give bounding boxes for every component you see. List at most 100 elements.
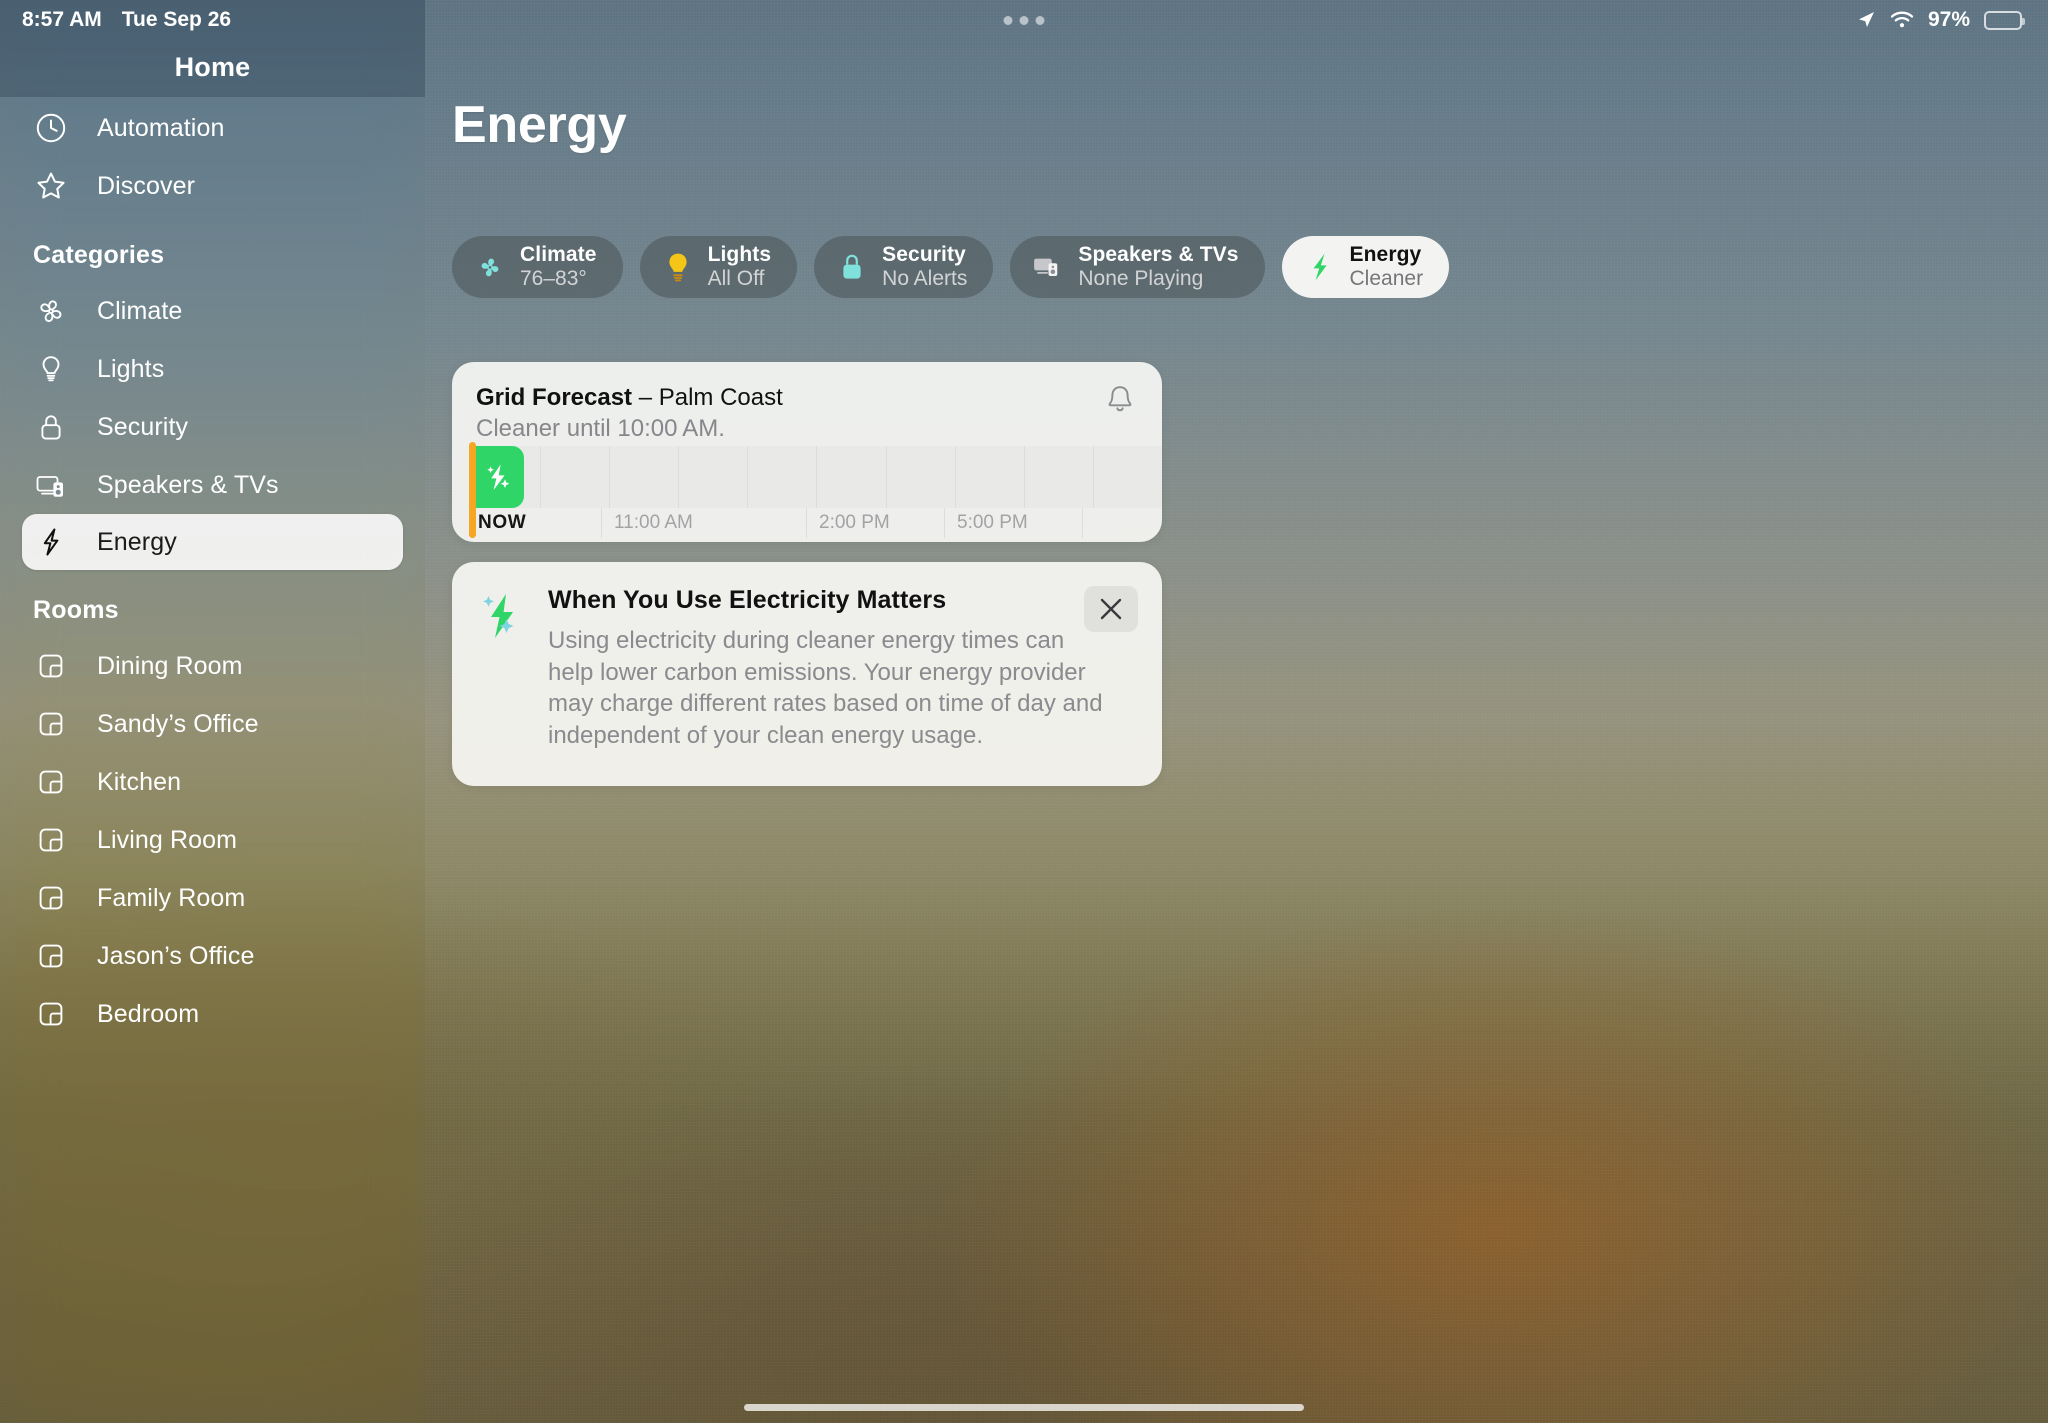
sidebar-item-label: Climate: [97, 296, 183, 325]
home-indicator[interactable]: [744, 1404, 1304, 1411]
sparkle-bolt-icon: [478, 586, 526, 752]
timeline-tick: [1082, 508, 1083, 538]
timeline-cell: [1094, 446, 1162, 508]
status-pill-lights[interactable]: Lights All Off: [639, 236, 798, 298]
handle-dot: [1003, 15, 1013, 25]
bolt-icon: [1304, 251, 1336, 283]
pill-title: Lights: [707, 243, 772, 267]
sidebar-home-title: Home: [174, 52, 251, 82]
pill-subtitle: All Off: [707, 267, 765, 290]
timeline-cell: [748, 446, 818, 508]
room-icon: [33, 938, 69, 974]
timeline-cell: [1025, 446, 1094, 508]
battery-percent-label: 97%: [1927, 8, 1970, 31]
pill-subtitle: Cleaner: [1349, 267, 1424, 290]
timeline-cell: [956, 446, 1025, 508]
sidebar-item-discover[interactable]: Discover: [0, 157, 425, 215]
timeline-tick: [806, 508, 807, 538]
sidebar-item-energy[interactable]: Energy: [22, 514, 403, 570]
pill-title: Security: [882, 243, 966, 267]
sidebar-item-label: Kitchen: [97, 767, 182, 796]
timeline-tick: [601, 508, 602, 538]
grid-forecast-timeline[interactable]: NOW 11:00 AM 2:00 PM 5:00 PM: [452, 442, 1162, 542]
pill-title: Climate: [520, 243, 597, 267]
clock-icon: [33, 110, 69, 146]
status-bar-time: 8:57 AM: [22, 8, 102, 31]
status-pill-row: Climate 76–83° Lights All Off Security N…: [452, 236, 1450, 298]
sidebar-item-label: Family Room: [97, 883, 246, 912]
close-button[interactable]: [1084, 586, 1138, 632]
timeline-label: 5:00 PM: [957, 512, 1028, 533]
cleaner-energy-block: [472, 446, 524, 508]
status-pill-speakers-and-tvs[interactable]: Speakers & TVs None Playing: [1010, 236, 1265, 298]
lightbulb-icon: [662, 251, 694, 283]
status-bar: 8:57 AM Tue Sep 26 97%: [0, 0, 2048, 40]
sidebar-item-speakers-and-tvs[interactable]: Speakers & TVs: [0, 456, 425, 514]
lock-icon: [836, 251, 868, 283]
main-content: Energy Climate 76–83° Lights All Off Sec…: [425, 0, 2048, 1423]
page-title: Energy: [452, 96, 627, 154]
sidebar-item-jasons-office[interactable]: Jason’s Office: [0, 927, 425, 985]
sidebar: Home Automation Discover Categories Clim…: [0, 0, 425, 1423]
timeline-track: [472, 446, 1162, 508]
sparkle-bolt-icon: [483, 460, 513, 494]
pill-subtitle: No Alerts: [882, 267, 968, 290]
bell-icon: [1105, 384, 1135, 416]
sidebar-item-climate[interactable]: Climate: [0, 282, 425, 340]
star-icon: [33, 168, 69, 204]
timeline-cell: [541, 446, 611, 508]
grid-forecast-title-main: Grid Forecast: [476, 384, 633, 411]
multitasking-handle[interactable]: [1003, 15, 1045, 25]
timeline-tick: [944, 508, 945, 538]
location-arrow-icon: [1856, 10, 1876, 30]
bolt-icon: [33, 524, 69, 560]
sidebar-item-security[interactable]: Security: [0, 398, 425, 456]
sidebar-item-label: Lights: [97, 354, 165, 383]
handle-dot: [1019, 15, 1029, 25]
info-card-text: Using electricity during cleaner energy …: [548, 627, 1103, 750]
sidebar-item-label: Discover: [97, 171, 196, 200]
sidebar-item-kitchen[interactable]: Kitchen: [0, 753, 425, 811]
sidebar-item-living-room[interactable]: Living Room: [0, 811, 425, 869]
timeline-labels: NOW 11:00 AM 2:00 PM 5:00 PM: [472, 508, 1162, 542]
sidebar-rooms-header: Rooms: [33, 596, 119, 624]
status-pill-security[interactable]: Security No Alerts: [814, 236, 994, 298]
pill-subtitle: None Playing: [1078, 267, 1204, 290]
pill-subtitle: 76–83°: [520, 267, 587, 290]
sidebar-item-automation[interactable]: Automation: [0, 99, 425, 157]
grid-forecast-title: Grid Forecast – Palm Coast: [476, 384, 1138, 412]
close-icon: [1098, 596, 1124, 622]
fan-icon: [33, 293, 69, 329]
sidebar-item-label: Jason’s Office: [97, 941, 255, 970]
pill-title: Speakers & TVs: [1078, 243, 1239, 267]
pill-title: Energy: [1349, 243, 1422, 267]
speaker-tv-icon: [1032, 251, 1064, 283]
sidebar-item-bedroom[interactable]: Bedroom: [0, 985, 425, 1043]
grid-forecast-title-location: – Palm Coast: [632, 384, 783, 411]
lightbulb-icon: [33, 351, 69, 387]
speaker-tv-icon: [33, 467, 69, 503]
info-card-title: When You Use Electricity Matters: [548, 586, 947, 614]
room-icon: [33, 822, 69, 858]
handle-dot: [1035, 15, 1045, 25]
room-icon: [33, 706, 69, 742]
timeline-cell: [887, 446, 956, 508]
sidebar-item-dining-room[interactable]: Dining Room: [0, 637, 425, 695]
notification-bell-button[interactable]: [1098, 378, 1142, 422]
timeline-label-now: NOW: [478, 512, 527, 533]
info-card-row: When You Use Electricity Matters Using e…: [478, 586, 1136, 752]
sidebar-item-label: Security: [97, 412, 189, 441]
grid-forecast-card[interactable]: Grid Forecast – Palm Coast Cleaner until…: [452, 362, 1162, 542]
info-card-body: When You Use Electricity Matters Using e…: [548, 586, 1136, 752]
status-pill-energy[interactable]: Energy Cleaner: [1281, 236, 1450, 298]
ipad-home-app-screen: 8:57 AM Tue Sep 26 97% Home Automation D…: [0, 0, 2048, 1423]
lock-icon: [33, 409, 69, 445]
sidebar-item-lights[interactable]: Lights: [0, 340, 425, 398]
sidebar-item-family-room[interactable]: Family Room: [0, 869, 425, 927]
timeline-cell: [817, 446, 887, 508]
status-pill-climate[interactable]: Climate 76–83°: [452, 236, 623, 298]
sidebar-item-sandys-office[interactable]: Sandy’s Office: [0, 695, 425, 753]
room-icon: [33, 996, 69, 1032]
grid-forecast-header: Grid Forecast – Palm Coast Cleaner until…: [452, 362, 1162, 443]
sidebar-categories-header: Categories: [33, 241, 165, 269]
